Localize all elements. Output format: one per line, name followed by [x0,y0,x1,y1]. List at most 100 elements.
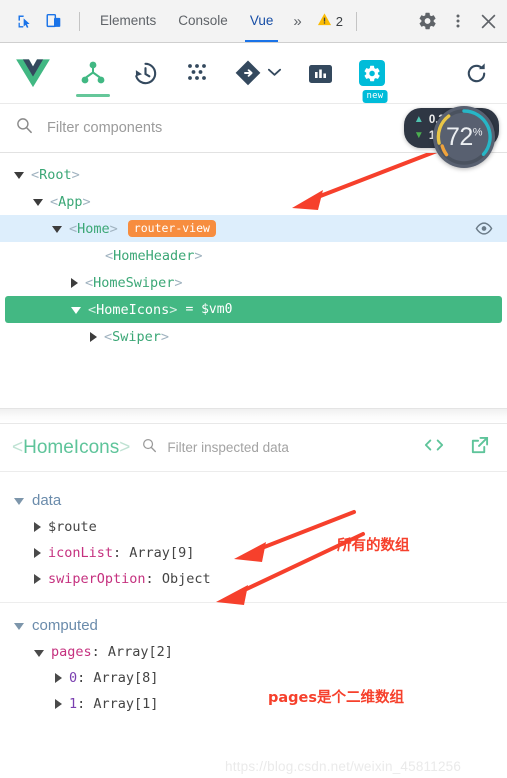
tree-item-label: HomeSwiper [93,274,175,291]
devtools-bar-right [413,6,503,36]
code-brackets-icon[interactable] [424,438,444,457]
vue-tab-timeline[interactable] [132,43,159,103]
arrow-down-icon: ▼ [413,130,424,141]
search-icon [142,438,157,458]
data-row-iconlist[interactable]: iconList: Array[9] [0,540,507,566]
caret-down-icon[interactable] [33,199,43,206]
vue-tab-performance[interactable] [308,43,333,103]
vue-devtools-screenshot: Elements Console Vue » 2 new Filter comp… [0,0,507,778]
tab-vue[interactable]: Vue [239,0,285,42]
warning-indicator[interactable]: 2 [311,12,347,30]
caret-right-icon[interactable] [71,277,78,288]
tree-item-label: HomeIcons [96,301,170,318]
vue-tab-routing[interactable] [235,43,282,103]
vue-devtools-toolbar: new [0,43,507,103]
angle-close: > [160,328,170,345]
tree-item-app[interactable]: < App > [0,188,507,215]
angle-open: < [85,274,94,291]
cpu-gauge[interactable]: 72% [433,106,495,168]
vue-tab-vuex[interactable] [185,43,209,103]
section-title-label: computed [32,616,98,634]
tree-item-label: HomeHeader [113,247,195,264]
tree-item-homeheader[interactable]: < HomeHeader > [0,242,507,269]
refresh-icon[interactable] [464,43,489,103]
property-key: $route [48,519,97,535]
angle-open: < [50,193,59,210]
chevron-down-icon[interactable] [267,64,282,82]
inspected-component-header: <HomeIcons> Filter inspected data [0,424,507,472]
annotation-all-arrays: 所有的数组 [337,538,410,554]
caret-right-icon[interactable] [55,699,62,709]
property-key: pages [51,644,92,660]
caret-down-icon[interactable] [14,622,24,630]
caret-down-icon[interactable] [14,497,24,505]
caret-right-icon[interactable] [90,331,97,342]
caret-down-icon[interactable] [34,649,44,657]
section-header-data[interactable]: data [0,486,507,514]
toolbar-divider-2 [355,11,357,31]
tree-item-homeicons[interactable]: < HomeIcons > = $vm0 [5,296,502,323]
caret-right-icon[interactable] [55,673,62,683]
angle-close: > [169,301,178,318]
data-row-route[interactable]: $route [0,514,507,540]
vue-logo-icon [16,43,50,103]
vue-tab-settings[interactable]: new [359,43,388,103]
caret-down-icon[interactable] [52,226,62,233]
inspect-element-icon[interactable] [10,8,38,34]
caret-down-icon[interactable] [14,172,24,179]
tree-item-label: Swiper [112,328,161,345]
section-header-computed[interactable]: computed [0,611,507,639]
computed-row-pages-0[interactable]: 0: Array[8] [0,665,507,691]
inspector-actions [424,436,489,460]
gear-icon [359,60,385,86]
tab-elements[interactable]: Elements [89,0,167,42]
vm-instance-label: = $vm0 [185,302,233,317]
inspected-component-name: <HomeIcons> [12,436,131,458]
device-toolbar-icon[interactable] [40,8,68,34]
tree-item-homeswiper[interactable]: < HomeSwiper > [0,269,507,296]
gauge-value: 72% [445,122,483,151]
tree-item-home[interactable]: < Home > router-view [0,215,507,242]
property-value: Array[8] [93,670,159,686]
section-divider [0,602,507,603]
angle-open: < [105,247,114,264]
annotation-pages-2d: pages是个二维数组 [268,690,405,706]
angle-close: > [194,247,203,264]
toolbar-divider [79,11,80,31]
settings-new-badge: new [362,90,388,103]
caret-spacer [88,251,98,261]
computed-row-pages-1[interactable]: 1: Array[1] [0,691,507,717]
computed-row-pages[interactable]: pages: Array[2] [0,639,507,665]
tree-item-root[interactable]: < Root > [0,161,507,188]
warning-triangle-icon [317,12,332,30]
more-tabs-icon[interactable]: » [284,13,310,30]
panel-splitter[interactable] [0,408,507,424]
property-key: swiperOption [48,571,146,587]
tree-item-label: Root [39,166,72,183]
performance-widget[interactable]: ▲ 0.3 K/s ▼ 1.8 K/s 72% [403,106,499,168]
search-icon [16,117,33,139]
angle-close: > [174,274,183,291]
section-title-label: data [32,491,62,509]
caret-right-icon[interactable] [34,548,41,558]
tab-console[interactable]: Console [167,0,239,42]
more-options-icon[interactable] [443,6,473,36]
tree-item-label: App [58,193,83,210]
devtools-top-bar: Elements Console Vue » 2 [0,0,507,43]
close-icon[interactable] [473,6,503,36]
filter-components-input[interactable]: Filter components [47,120,162,136]
caret-right-icon[interactable] [34,522,41,532]
data-row-swiperoption[interactable]: swiperOption: Object [0,566,507,592]
filter-components-row: Filter components ▲ 0.3 K/s ▼ 1.8 K/s [0,103,507,168]
visibility-eye-icon[interactable] [475,222,493,235]
filter-inspected-data-input[interactable]: Filter inspected data [167,440,289,455]
open-external-icon[interactable] [470,436,489,460]
watermark: https://blog.csdn.net/weixin_45811256 [225,759,462,774]
gear-icon[interactable] [413,6,443,36]
tree-item-swiper[interactable]: < Swiper > [0,323,507,350]
caret-right-icon[interactable] [34,574,41,584]
caret-down-icon[interactable] [71,307,81,314]
vue-tab-components[interactable] [76,43,110,103]
property-value: Object [161,571,211,587]
property-value: Array[1] [93,696,159,712]
